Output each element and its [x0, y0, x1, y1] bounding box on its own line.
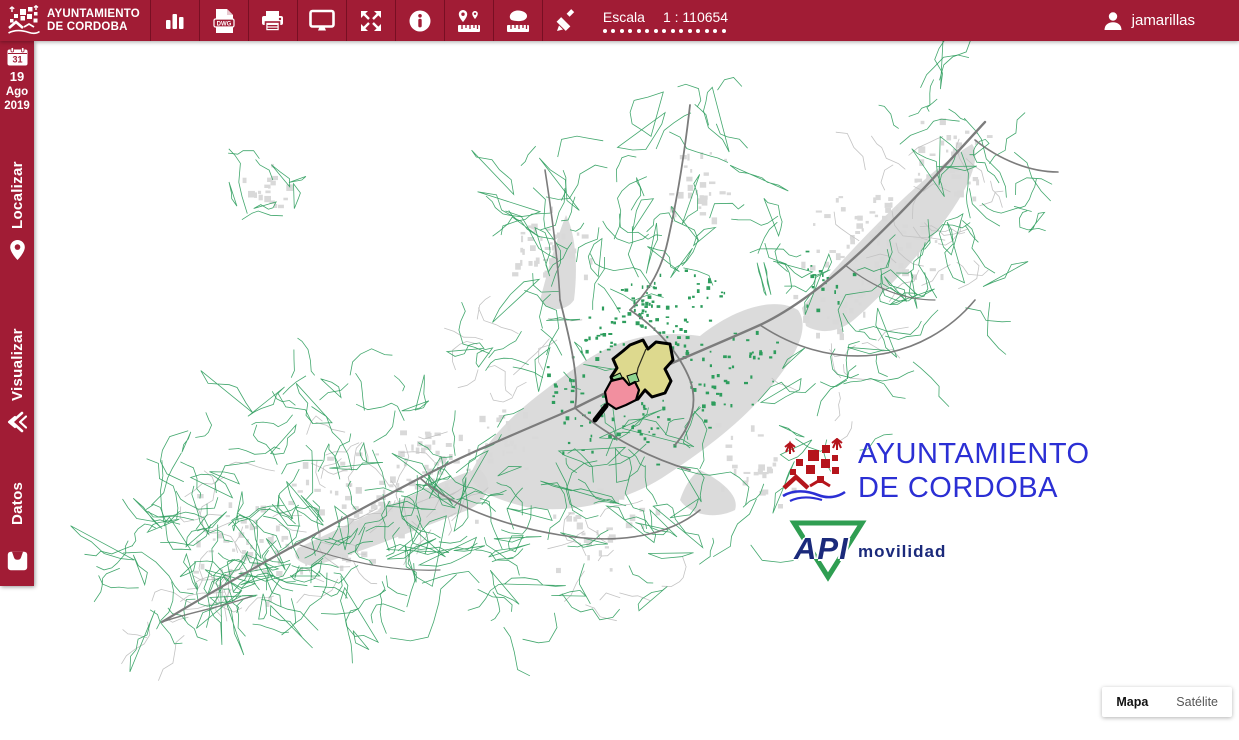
- scale-dotted-bar: [603, 29, 728, 33]
- scale-readout: Escala 1 : 110654: [591, 0, 728, 41]
- current-date: 19 Ago 2019: [4, 66, 30, 112]
- app-title-line1: AYUNTAMIENTO: [47, 8, 140, 21]
- sidebar-item-localizar[interactable]: Localizar: [9, 139, 26, 229]
- scale-label: Escala: [603, 9, 645, 25]
- app-root: AYUNTAMIENTO DE CORDOBA API movilidad Ma…: [0, 0, 1239, 740]
- dwg-export-button[interactable]: DWG: [199, 0, 248, 41]
- monitor-icon: [309, 9, 335, 33]
- fullscreen-button[interactable]: [346, 0, 395, 41]
- layers-icon[interactable]: [7, 411, 27, 433]
- bar-chart-icon: [163, 9, 187, 33]
- printer-icon: [260, 9, 285, 33]
- street-map-graphic: [0, 0, 1239, 740]
- sidebar-item-datos[interactable]: Datos: [9, 471, 26, 525]
- measure-distance-button[interactable]: [444, 0, 493, 41]
- date-year: 2019: [4, 100, 30, 112]
- scale-value: 1 : 110654: [663, 9, 728, 25]
- date-month: Ago: [4, 86, 30, 98]
- top-toolbar: AYUNTAMIENTO DE CORDOBA DWG: [0, 0, 1239, 41]
- user-menu[interactable]: jamarillas: [1102, 0, 1239, 41]
- maptype-control: Mapa Satélite: [1102, 687, 1232, 717]
- measure-area-icon: [505, 8, 531, 34]
- user-icon: [1102, 10, 1124, 32]
- pencil-icon: [554, 8, 580, 34]
- sidebar-item-visualizar[interactable]: Visualizar: [9, 309, 26, 401]
- dwg-file-icon: DWG: [212, 8, 236, 34]
- measure-distance-icon: [456, 8, 482, 34]
- cordoba-crest-white-icon: [8, 5, 40, 37]
- svg-text:DWG: DWG: [217, 21, 232, 27]
- date-day: 19: [4, 69, 30, 84]
- tray-icon[interactable]: [7, 551, 28, 571]
- maptype-satellite-button[interactable]: Satélite: [1162, 687, 1232, 717]
- draw-button[interactable]: [542, 0, 591, 41]
- maptype-map-button[interactable]: Mapa: [1102, 687, 1162, 717]
- map-canvas[interactable]: AYUNTAMIENTO DE CORDOBA API movilidad: [0, 41, 1239, 740]
- username: jamarillas: [1132, 12, 1195, 29]
- measure-area-button[interactable]: [493, 0, 542, 41]
- screen-button[interactable]: [297, 0, 346, 41]
- calendar-icon[interactable]: 31: [7, 47, 28, 66]
- app-title: AYUNTAMIENTO DE CORDOBA: [47, 8, 140, 34]
- location-pin-icon[interactable]: [9, 239, 26, 261]
- info-icon: [408, 9, 432, 33]
- print-button[interactable]: [248, 0, 297, 41]
- svg-text:31: 31: [12, 55, 22, 65]
- left-sidebar: 31 19 Ago 2019 Localizar Visualizar Dato…: [0, 41, 34, 586]
- fullscreen-icon: [359, 9, 383, 33]
- app-logo: AYUNTAMIENTO DE CORDOBA: [0, 0, 150, 41]
- info-button[interactable]: [395, 0, 444, 41]
- bar-chart-button[interactable]: [150, 0, 199, 41]
- app-title-line2: DE CORDOBA: [47, 21, 140, 34]
